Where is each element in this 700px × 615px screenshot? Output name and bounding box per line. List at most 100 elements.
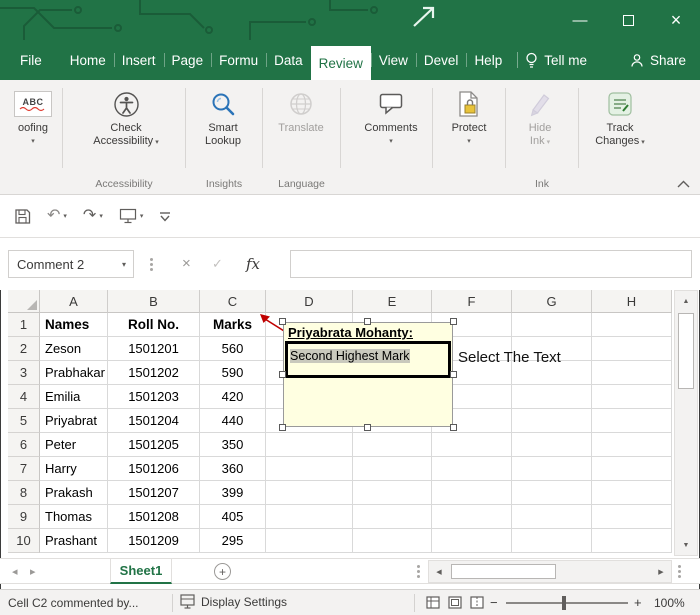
comment-selected-text[interactable]: Second Highest Mark: [290, 349, 410, 363]
cell-B3[interactable]: 1501202: [108, 361, 200, 385]
cell-C7[interactable]: 360: [200, 457, 266, 481]
column-header-D[interactable]: D: [266, 290, 353, 313]
selection-handle[interactable]: [450, 424, 457, 431]
tab-help[interactable]: Help: [466, 40, 510, 80]
cell-C10[interactable]: 295: [200, 529, 266, 553]
cell-C8[interactable]: 399: [200, 481, 266, 505]
cell-C2[interactable]: 560: [200, 337, 266, 361]
zoom-slider[interactable]: [506, 602, 628, 604]
cell-A1[interactable]: Names: [40, 313, 108, 337]
maximize-button[interactable]: [604, 0, 652, 40]
cell-G8[interactable]: [512, 481, 592, 505]
cell-G5[interactable]: [512, 409, 592, 433]
share-button[interactable]: Share: [630, 40, 700, 80]
cell-C9[interactable]: 405: [200, 505, 266, 529]
row-header-10[interactable]: 10: [8, 529, 40, 553]
row-header-6[interactable]: 6: [8, 433, 40, 457]
cell-A6[interactable]: Peter: [40, 433, 108, 457]
zoom-slider-thumb[interactable]: [562, 596, 566, 610]
column-header-C[interactable]: C: [200, 290, 266, 313]
row-header-3[interactable]: 3: [8, 361, 40, 385]
row-header-1[interactable]: 1: [8, 313, 40, 337]
minimize-button[interactable]: —: [556, 0, 604, 40]
cell-E9[interactable]: [353, 505, 432, 529]
sheet-tab-sheet1[interactable]: Sheet1: [110, 559, 172, 584]
cell-H3[interactable]: [592, 361, 672, 385]
cell-B4[interactable]: 1501203: [108, 385, 200, 409]
cell-B6[interactable]: 1501205: [108, 433, 200, 457]
cell-F8[interactable]: [432, 481, 512, 505]
row-header-7[interactable]: 7: [8, 457, 40, 481]
cell-G6[interactable]: [512, 433, 592, 457]
comment-text-edit-box[interactable]: Second Highest Mark: [285, 341, 451, 378]
column-header-F[interactable]: F: [432, 290, 512, 313]
quick-display-button[interactable]: ▾: [119, 208, 144, 224]
select-all-corner[interactable]: [8, 290, 40, 313]
check-accessibility-button[interactable]: Check Accessibility▾: [78, 86, 174, 149]
tab-home[interactable]: Home: [62, 40, 114, 80]
selection-handle[interactable]: [364, 318, 371, 325]
cell-H10[interactable]: [592, 529, 672, 553]
zoom-in-button[interactable]: +: [634, 595, 642, 610]
cell-F6[interactable]: [432, 433, 512, 457]
tab-insert[interactable]: Insert: [114, 40, 164, 80]
tab-developer[interactable]: Devel: [416, 40, 467, 80]
sheet-nav-right-icon[interactable]: ▸: [30, 565, 36, 578]
row-header-4[interactable]: 4: [8, 385, 40, 409]
cell-A5[interactable]: Priyabrat: [40, 409, 108, 433]
cell-A9[interactable]: Thomas: [40, 505, 108, 529]
enter-button[interactable]: ✓: [212, 256, 223, 272]
selection-handle[interactable]: [279, 318, 286, 325]
tell-me-button[interactable]: Tell me: [525, 40, 587, 80]
cell-B9[interactable]: 1501208: [108, 505, 200, 529]
collapse-ribbon-icon[interactable]: [677, 180, 690, 188]
horizontal-scroll-thumb[interactable]: [451, 564, 556, 579]
scrollbar-right-splitter[interactable]: [678, 565, 681, 568]
scroll-left-arrow[interactable]: ◀: [429, 561, 449, 582]
page-break-view-icon[interactable]: [470, 596, 484, 609]
protect-button[interactable]: Protect ▾: [438, 86, 500, 145]
cell-B5[interactable]: 1501204: [108, 409, 200, 433]
comments-button[interactable]: Comments ▾: [356, 86, 426, 145]
cell-E8[interactable]: [353, 481, 432, 505]
cell-D6[interactable]: [266, 433, 353, 457]
cell-H5[interactable]: [592, 409, 672, 433]
selection-handle[interactable]: [279, 424, 286, 431]
cell-D9[interactable]: [266, 505, 353, 529]
insert-function-button[interactable]: fx: [246, 255, 260, 273]
redo-button[interactable]: ↷ ▾: [83, 208, 103, 224]
page-layout-view-icon[interactable]: [448, 596, 462, 609]
tab-view[interactable]: View: [371, 40, 416, 80]
cell-C3[interactable]: 590: [200, 361, 266, 385]
row-header-9[interactable]: 9: [8, 505, 40, 529]
horizontal-scrollbar[interactable]: ◀ ▶: [428, 560, 672, 583]
vertical-scroll-thumb[interactable]: [678, 313, 694, 389]
cell-H4[interactable]: [592, 385, 672, 409]
cell-G4[interactable]: [512, 385, 592, 409]
smart-lookup-button[interactable]: Smart Lookup: [192, 86, 254, 148]
cell-B8[interactable]: 1501207: [108, 481, 200, 505]
cell-C6[interactable]: 350: [200, 433, 266, 457]
column-header-A[interactable]: A: [40, 290, 108, 313]
cell-A10[interactable]: Prashant: [40, 529, 108, 553]
cell-comment-status[interactable]: Cell C2 commented by...: [8, 596, 139, 610]
cell-B1[interactable]: Roll No.: [108, 313, 200, 337]
display-settings-button[interactable]: Display Settings: [180, 594, 287, 609]
selection-handle[interactable]: [364, 424, 371, 431]
cell-A8[interactable]: Prakash: [40, 481, 108, 505]
customize-quick-access-button[interactable]: [159, 211, 171, 222]
cell-H7[interactable]: [592, 457, 672, 481]
tab-file[interactable]: File: [12, 40, 50, 80]
comment-box[interactable]: Priyabrata Mohanty: Second Highest Mark: [283, 322, 453, 427]
name-box[interactable]: Comment 2 ▾: [8, 250, 134, 278]
column-header-E[interactable]: E: [353, 290, 432, 313]
cell-H8[interactable]: [592, 481, 672, 505]
cell-B10[interactable]: 1501209: [108, 529, 200, 553]
cell-C4[interactable]: 420: [200, 385, 266, 409]
selection-handle[interactable]: [279, 371, 286, 378]
cell-F7[interactable]: [432, 457, 512, 481]
cell-B2[interactable]: 1501201: [108, 337, 200, 361]
tab-data[interactable]: Data: [266, 40, 311, 80]
selection-handle[interactable]: [450, 371, 457, 378]
new-sheet-button[interactable]: +: [214, 563, 231, 580]
